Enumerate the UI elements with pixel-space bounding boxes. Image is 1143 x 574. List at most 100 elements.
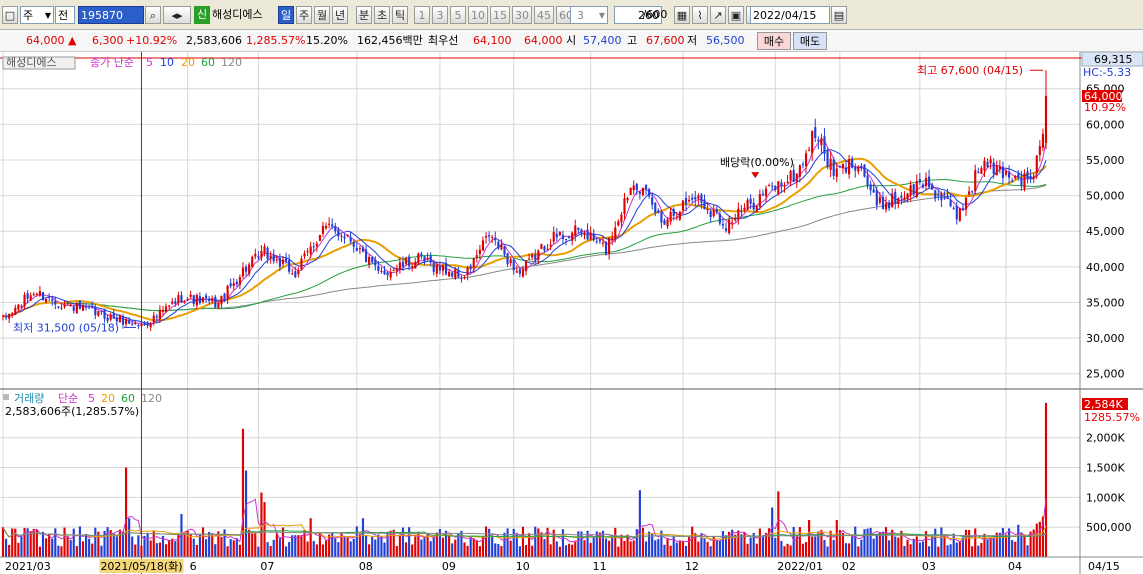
interval-1[interactable]: 1 [414, 6, 430, 24]
prev-select[interactable]: 전 [55, 6, 75, 24]
tab-period-tick[interactable]: 틱 [392, 6, 408, 24]
candle-body [134, 323, 137, 325]
candle-body [814, 127, 817, 139]
date-input[interactable]: 2022/04/15 [750, 6, 830, 24]
market-select[interactable]: 주 ▼ [20, 6, 54, 24]
speaker-icon[interactable]: ◂▸ [163, 6, 191, 24]
interval-30[interactable]: 30 [512, 6, 532, 24]
buy-button[interactable]: 매수 [757, 32, 791, 50]
volume-bar [971, 546, 974, 557]
volume-bar [371, 536, 374, 557]
volume-legend-name[interactable]: 거래량 [14, 392, 44, 405]
legend-ma60[interactable]: 60 [201, 56, 215, 69]
candle-body [183, 302, 186, 304]
candle-body [872, 189, 875, 193]
search-icon[interactable]: ⌕ [145, 6, 161, 24]
volume-legend-ma120[interactable]: 120 [141, 392, 162, 405]
candle-body [623, 198, 626, 215]
candle-body [106, 317, 109, 321]
tab-period-day[interactable]: 일 [278, 6, 294, 24]
candle-body [146, 323, 149, 326]
best-label: 최우선 [428, 34, 459, 47]
interval-10[interactable]: 10 [468, 6, 488, 24]
price-value: 64,000 [26, 34, 65, 47]
candle-body [635, 183, 638, 191]
tab-period-month[interactable]: 월 [314, 6, 330, 24]
candle-body [118, 315, 121, 323]
tab-period-second[interactable]: 초 [374, 6, 390, 24]
candle-body [540, 243, 543, 249]
candle-body [574, 225, 577, 236]
candle-body [780, 182, 783, 187]
interval-3[interactable]: 3 [432, 6, 448, 24]
legend-ma5[interactable]: 5 [146, 56, 153, 69]
candle-body [632, 185, 635, 191]
candle-body [577, 227, 580, 230]
candle-body [986, 161, 989, 168]
volume-bar [663, 544, 666, 557]
resize-icon[interactable]: ↗ [710, 6, 726, 24]
volume-bar [241, 428, 245, 557]
candle-body [174, 301, 177, 304]
volume-legend-type[interactable]: 단순 [58, 392, 78, 405]
tab-period-week[interactable]: 주 [296, 6, 312, 24]
volume-bar [112, 533, 115, 557]
code-input[interactable]: 195870 [78, 6, 144, 24]
price-tick-label: 55,000 [1086, 154, 1125, 167]
sell-button[interactable]: 매도 [793, 32, 827, 50]
last-price-pct: 10.92% [1084, 101, 1126, 114]
candle-body [734, 218, 737, 221]
volume-legend-ma20[interactable]: 20 [101, 392, 115, 405]
interval-45[interactable]: 45 [534, 6, 554, 24]
candle-body [346, 234, 349, 237]
volume-bar [632, 540, 635, 557]
tab-period-year[interactable]: 년 [332, 6, 348, 24]
best-ask: 64,100 [473, 34, 512, 47]
candle-body [758, 194, 761, 207]
chart-tool-icon[interactable]: ⌇ [692, 6, 708, 24]
legend-stock-name[interactable]: 해성디에스 [6, 55, 57, 69]
volume-bar [257, 546, 260, 557]
candle-body [284, 258, 288, 262]
calendar-icon[interactable]: ▤ [831, 6, 847, 24]
legend-ma20[interactable]: 20 [181, 56, 195, 69]
candle-body [995, 165, 998, 176]
candle-body [358, 248, 361, 250]
candle-body [263, 246, 266, 254]
save-icon[interactable]: ▣ [728, 6, 744, 24]
legend-ma10[interactable]: 10 [160, 56, 174, 69]
count-select[interactable]: 3 ▼ [570, 6, 608, 24]
candle-body [774, 185, 777, 191]
candle-body [694, 197, 697, 200]
candle-body [11, 313, 14, 315]
volume-bar [823, 539, 826, 557]
candle-body [232, 283, 235, 286]
legend-ma120[interactable]: 120 [221, 56, 242, 69]
volume-bar [968, 530, 971, 557]
volume-bar [29, 531, 32, 557]
chevron-down-icon: ▼ [44, 11, 51, 20]
interval-15[interactable]: 15 [490, 6, 510, 24]
volume-bar [20, 536, 23, 557]
volume-bar [897, 537, 900, 557]
interval-5[interactable]: 5 [450, 6, 466, 24]
volume-legend-ma60[interactable]: 60 [121, 392, 135, 405]
candle-body [915, 181, 918, 198]
candle-body [201, 297, 205, 302]
volume-legend-ma5[interactable]: 5 [88, 392, 95, 405]
legend-ma-type[interactable]: 종가 단순 [90, 56, 134, 69]
candle-body [204, 295, 208, 298]
candle-body [595, 241, 598, 243]
layout-icon[interactable]: ▦ [674, 6, 690, 24]
volume-bar [1032, 529, 1035, 557]
window-icon[interactable]: □ [2, 6, 18, 24]
candle-body [386, 272, 389, 276]
volume-bar [623, 540, 626, 557]
candle-body [297, 270, 300, 275]
tab-period-minute[interactable]: 분 [356, 6, 372, 24]
volume-bar [755, 543, 758, 557]
price-volume-chart[interactable]: 25,000 30,000 35,000 40,000 45,000 50,000 55,0… [0, 52, 1143, 574]
volume-bar [118, 529, 121, 557]
volume-bar [777, 491, 780, 557]
x-tick-label: 07 [260, 560, 274, 573]
